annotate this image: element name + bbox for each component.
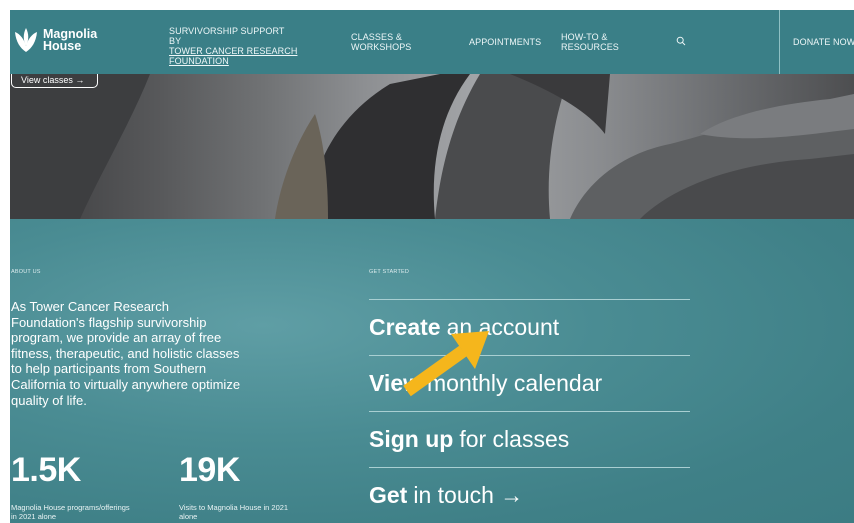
pointer-arrow-icon — [403, 331, 489, 397]
view-classes-button[interactable]: View classes → — [11, 74, 98, 88]
hero-image: View classes → — [10, 74, 854, 219]
tower-foundation-link-2[interactable]: FOUNDATION — [169, 56, 299, 66]
action-rest: in touch → — [413, 482, 524, 508]
nav-classes-line-2: WORKSHOPS — [351, 42, 412, 52]
nav-howto-line-1: HOW-TO & — [561, 32, 608, 42]
site-header: Magnolia House SURVIVORSHIP SUPPORT BY T… — [10, 10, 854, 74]
nav-appointments[interactable]: APPOINTMENTS — [469, 37, 541, 47]
action-rest: for classes — [459, 426, 570, 452]
nav-classes-line-1: CLASSES & — [351, 32, 402, 42]
about-description: As Tower Cancer Research Foundation's fl… — [11, 299, 241, 408]
nav-classes-workshops[interactable]: CLASSES & WORKSHOPS — [351, 32, 421, 52]
action-bold: Get — [369, 482, 408, 508]
support-line-1: SURVIVORSHIP SUPPORT BY — [169, 26, 285, 46]
logo-line-2: House — [43, 39, 82, 53]
get-in-touch-link[interactable]: Get in touch → — [369, 468, 690, 523]
tower-foundation-link[interactable]: TOWER CANCER RESEARCH — [169, 46, 299, 56]
nav-survivorship-support[interactable]: SURVIVORSHIP SUPPORT BY TOWER CANCER RES… — [169, 26, 299, 66]
stat-visits-caption: Visits to Magnolia House in 2021 alone — [179, 503, 289, 521]
site-logo[interactable]: Magnolia House — [14, 26, 97, 54]
stat-programs-caption: Magnolia House programs/offerings in 202… — [11, 503, 130, 521]
hero-photo-illustration — [10, 74, 854, 219]
stat-programs-value: 1.5K — [11, 451, 81, 489]
sign-up-classes-link[interactable]: Sign up for classes — [369, 412, 690, 467]
donate-now-button[interactable]: DONATE NOW — [793, 37, 854, 47]
nav-divider — [779, 10, 780, 74]
magnolia-logo-icon — [15, 28, 37, 52]
logo-text: Magnolia House — [43, 28, 97, 53]
nav-howto-resources[interactable]: HOW-TO & RESOURCES — [561, 32, 631, 52]
nav-howto-line-2: RESOURCES — [561, 42, 619, 52]
action-bold: Sign up — [369, 426, 454, 452]
page-frame: Magnolia House SURVIVORSHIP SUPPORT BY T… — [10, 10, 854, 523]
search-icon[interactable] — [676, 36, 686, 46]
about-us-label: ABOUT US — [11, 269, 41, 275]
stat-visits-value: 19K — [179, 451, 240, 489]
get-started-label: GET STARTED — [369, 269, 410, 275]
